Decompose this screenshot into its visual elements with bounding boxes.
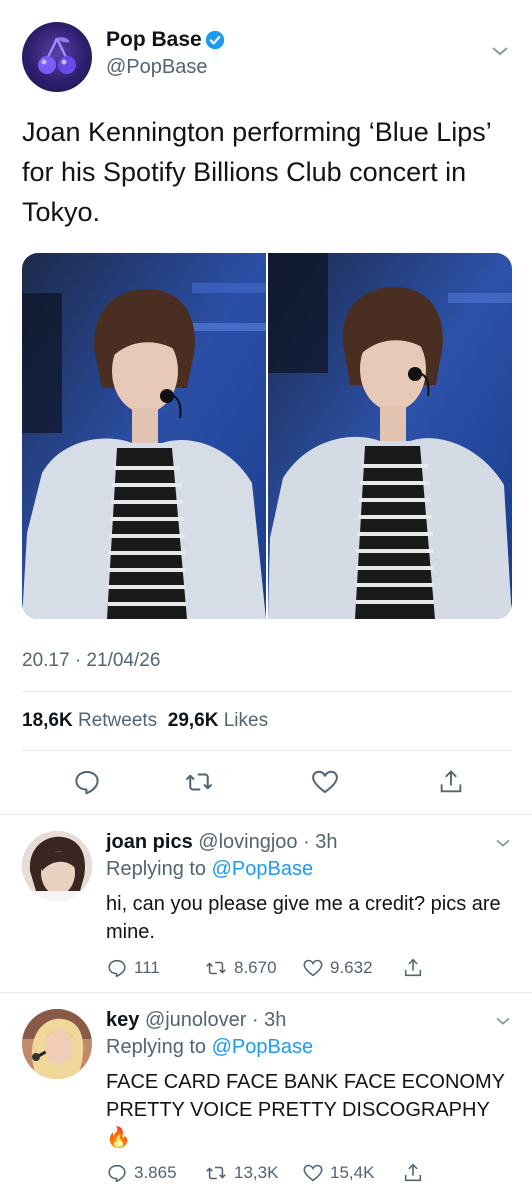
verified-badge-icon [205,30,225,50]
replying-to-line: Replying to @PopBase [106,858,313,881]
reply-reply-button[interactable]: 111 [106,956,160,980]
share-icon [404,1163,422,1182]
tweet-stats: 18,6K Retweets 29,6K Likes [22,710,268,732]
retweet-icon [206,961,226,975]
reply-count: 111 [134,958,160,977]
fire-emoji: 🔥 [106,1127,131,1149]
retweet-button[interactable] [182,765,216,799]
cherries-logo-icon [38,37,76,74]
reply-author-handle[interactable]: @lovingjoo [198,831,297,853]
reply-icon [75,771,99,795]
reply-item[interactable]: key @junolover · 3h Replying to @PopBase… [0,993,532,1200]
like-button[interactable] [308,765,342,799]
divider [22,691,512,692]
retweet-count: 13,3K [234,1163,279,1182]
likes-label[interactable]: Likes [224,710,268,731]
retweet-count: 8.670 [234,958,277,977]
reply-like-button[interactable]: 15,4K [302,1161,374,1185]
replying-to-mention[interactable]: @PopBase [212,858,313,880]
retweets-label[interactable]: Retweets [78,710,157,731]
tweet-photo-1[interactable] [22,253,266,619]
reply-action-row: 3.865 13,3K 15,4K [106,1161,436,1185]
chevron-down-icon[interactable] [490,44,510,58]
replying-to-prefix: Replying to [106,1036,207,1058]
reply-count: 3.865 [134,1163,177,1182]
heart-icon [303,1164,323,1182]
reply-author-handle[interactable]: @junolover [145,1009,246,1031]
reply-text-body: FACE CARD FACE BANK FACE ECONOMY PRETTY … [106,1071,505,1121]
reply-button[interactable] [70,765,104,799]
heart-icon [303,959,323,977]
reply-icon [108,1164,126,1183]
reply-author-line: joan pics @lovingjoo · 3h [106,831,338,854]
likes-count[interactable]: 29,6K [168,710,219,731]
reply-retweet-button[interactable]: 13,3K [204,1161,278,1185]
tweet-header: Pop Base @PopBase [22,22,512,92]
reply-text: FACE CARD FACE BANK FACE ECONOMY PRETTY … [106,1068,506,1152]
heart-icon [312,770,338,793]
author-handle[interactable]: @PopBase [106,56,207,79]
chevron-down-icon[interactable] [494,837,512,849]
tweet-timestamp[interactable]: 20.17 · 21/04/26 [22,650,160,672]
reply-share-button[interactable] [402,956,430,980]
retweet-icon [185,773,213,791]
like-count: 15,4K [330,1163,375,1182]
reply-author-name[interactable]: key [106,1009,139,1031]
pop-base-avatar[interactable] [22,22,92,92]
replying-to-mention[interactable]: @PopBase [212,1036,313,1058]
tweet-photo-2[interactable] [268,253,512,619]
reply-author-line: key @junolover · 3h [106,1009,286,1032]
reply-text: hi, can you please give me a credit? pic… [106,893,501,943]
reply-avatar[interactable] [22,831,92,901]
reply-action-row: 111 8.670 9.632 [106,956,436,980]
reply-time: · 3h [303,831,338,853]
share-icon [404,958,422,977]
retweet-icon [206,1166,226,1180]
reply-retweet-button[interactable]: 8.670 [204,956,277,980]
replying-to-line: Replying to @PopBase [106,1036,313,1059]
replying-to-prefix: Replying to [106,858,207,880]
reply-author-name[interactable]: joan pics [106,831,193,853]
tweet-text: Joan Kennington performing ‘Blue Lips’ f… [22,117,491,227]
reply-share-button[interactable] [402,1161,430,1185]
reply-like-button[interactable]: 9.632 [302,956,373,980]
reply-avatar[interactable] [22,1009,92,1079]
tweet-action-row [0,765,532,799]
share-button[interactable] [434,765,468,799]
divider [22,750,512,751]
retweets-count[interactable]: 18,6K [22,710,73,731]
tweet-media[interactable] [22,253,512,619]
share-icon [440,770,462,793]
reply-item[interactable]: joan pics @lovingjoo · 3h Replying to @P… [0,815,532,991]
author-name[interactable]: Pop Base [106,28,202,52]
reply-icon [108,959,126,978]
like-count: 9.632 [330,958,373,977]
reply-time: · 3h [251,1009,287,1031]
chevron-down-icon[interactable] [494,1015,512,1027]
reply-reply-button[interactable]: 3.865 [106,1161,177,1185]
